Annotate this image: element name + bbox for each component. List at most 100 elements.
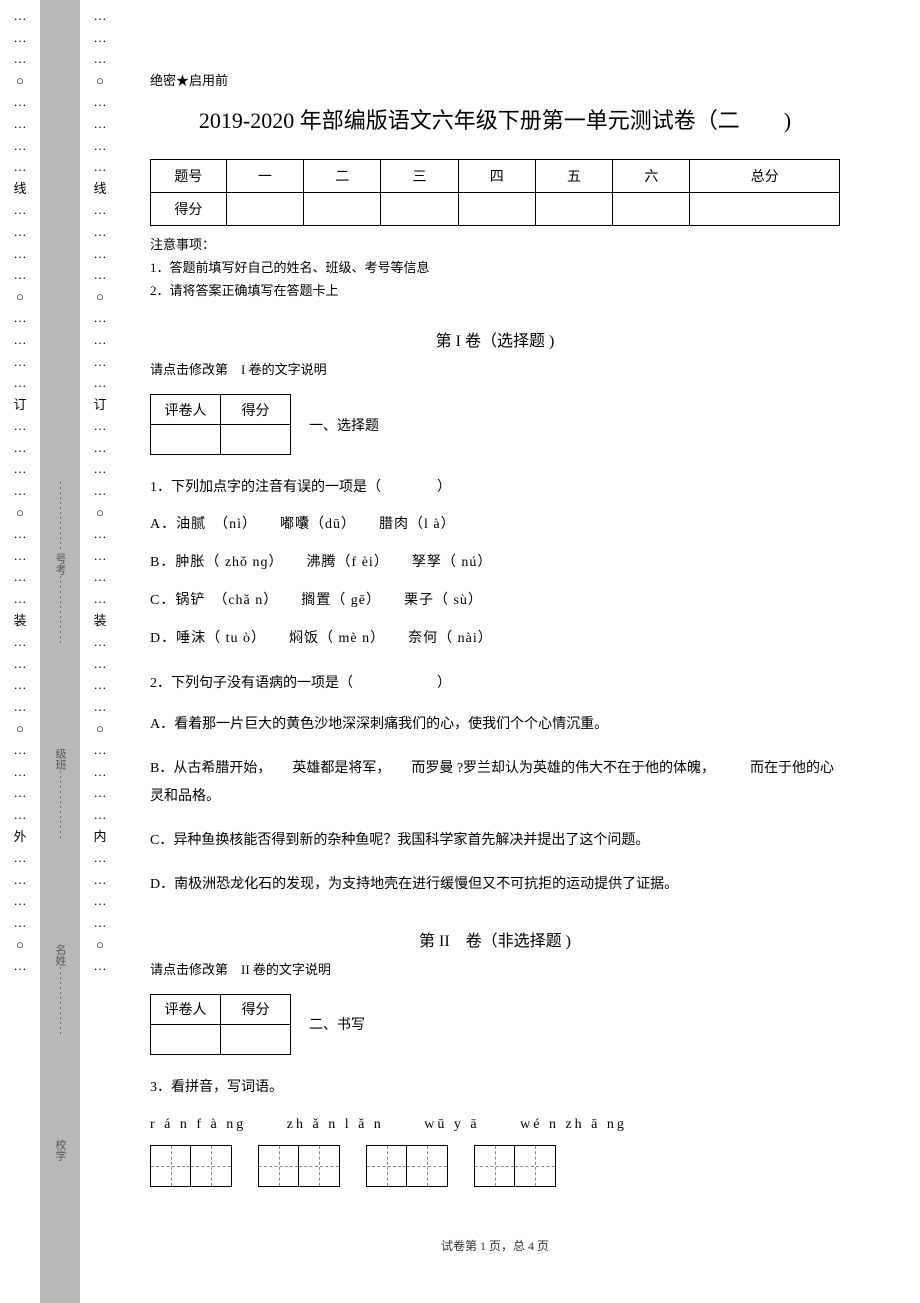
spine-field-class: 级班 (52, 748, 68, 841)
grader-table-2: 评卷人 得分 (150, 994, 291, 1055)
bm: … (94, 656, 107, 672)
bm: … (94, 807, 107, 823)
bm: … (14, 807, 27, 823)
bm: … (94, 548, 107, 564)
part1-title: 第 I 卷（选择题 ) (150, 327, 840, 351)
score-cell (613, 193, 690, 226)
bm: … (94, 483, 107, 499)
bm: … (94, 677, 107, 693)
bm: … (14, 440, 27, 456)
spine-field-examno: 号考 (52, 482, 68, 646)
part2-desc: 请点击修改第 II 卷的文字说明 (150, 959, 840, 978)
char-cell (367, 1146, 407, 1186)
binding-spine: 号考 级班 名姓 校学 (40, 0, 80, 1303)
q3-stem: 3．看拼音，写词语。 (150, 1077, 840, 1099)
grader-cell (151, 1024, 221, 1054)
bm: … (94, 8, 107, 24)
bm: … (14, 116, 27, 132)
score-cell (690, 193, 840, 226)
char-cell (407, 1146, 447, 1186)
bm: ○ (96, 289, 104, 305)
bm: … (94, 332, 107, 348)
bm: … (14, 138, 27, 154)
bm: … (14, 51, 27, 67)
score-col: 总分 (690, 160, 840, 193)
bm: … (94, 699, 107, 715)
bm: … (94, 893, 107, 909)
bm: ○ (16, 721, 24, 737)
pinyin-item: zh ǎ n l ǎ n (287, 1117, 384, 1132)
bm: … (94, 202, 107, 218)
bm: 内 (93, 829, 106, 845)
bm: … (94, 785, 107, 801)
bm: … (94, 915, 107, 931)
score-col: 一 (226, 160, 303, 193)
bm: 订 (13, 397, 26, 413)
bm: ○ (96, 937, 104, 953)
bm: … (94, 764, 107, 780)
score-cell (458, 193, 535, 226)
pinyin-item: wū y ā (424, 1117, 479, 1132)
score-table: 题号 一 二 三 四 五 六 总分 得分 (150, 159, 840, 226)
section-2-row: 评卷人 得分 二、书写 (150, 994, 840, 1055)
score-row-score: 得分 (151, 193, 227, 226)
bm: … (14, 656, 27, 672)
bm: … (94, 159, 107, 175)
bm: … (14, 332, 27, 348)
bm: … (14, 8, 27, 24)
bm: … (94, 591, 107, 607)
char-cell (191, 1146, 231, 1186)
bm: … (14, 202, 27, 218)
notice-item: 2．请将答案正确填写在答题卡上 (150, 280, 840, 299)
answer-box (366, 1145, 448, 1187)
bm: … (94, 267, 107, 283)
bm: … (94, 375, 107, 391)
bm: … (14, 246, 27, 262)
bm: 线 (13, 181, 26, 197)
char-cell (515, 1146, 555, 1186)
bm: … (94, 958, 107, 974)
bm: … (94, 418, 107, 434)
bm: … (14, 159, 27, 175)
bm: … (94, 94, 107, 110)
bm: … (14, 764, 27, 780)
score-cell (535, 193, 612, 226)
bm: … (14, 267, 27, 283)
page: … … … ○ … … … … 线 … … … … ○ … … … … 订 … … (0, 0, 920, 1303)
grader-label: 评卷人 (151, 395, 221, 425)
answer-box (258, 1145, 340, 1187)
bm: … (14, 591, 27, 607)
bm: … (14, 785, 27, 801)
bm: … (14, 526, 27, 542)
bm: 外 (13, 829, 26, 845)
q2-opt-c: C．异种鱼换核能否得到新的杂种鱼呢？我国科学家首先解决并提出了这个问题。 (150, 827, 840, 855)
bm: … (94, 51, 107, 67)
bm: ○ (16, 289, 24, 305)
bm: … (94, 440, 107, 456)
bm: … (14, 569, 27, 585)
q1-opt-c: C．锅铲 （chǎ n） 搁置（ gē） 栗子（ sù） (150, 589, 840, 613)
answer-box (474, 1145, 556, 1187)
bm: … (14, 461, 27, 477)
bm: … (14, 30, 27, 46)
bm: … (14, 872, 27, 888)
part1-desc: 请点击修改第 I 卷的文字说明 (150, 359, 840, 378)
section-1-row: 评卷人 得分 一、选择题 (150, 394, 840, 455)
bm: 装 (93, 613, 106, 629)
bm: … (94, 116, 107, 132)
q1-opt-a: A．油腻 （nì） 嘟囔（dū） 腊肉（l à） (150, 513, 840, 537)
answer-boxes-row (150, 1145, 840, 1187)
grader-label: 评卷人 (151, 994, 221, 1024)
section-1-label: 一、选择题 (309, 415, 379, 435)
bm: … (94, 354, 107, 370)
bm: 线 (93, 181, 106, 197)
char-cell (259, 1146, 299, 1186)
q2-opt-d: D．南极洲恐龙化石的发现，为支持地壳在进行缓慢但又不可抗拒的运动提供了证据。 (150, 871, 840, 899)
bm: … (94, 138, 107, 154)
spine-field-name: 名姓 (52, 944, 68, 1037)
binding-left: … … … ○ … … … … 线 … … … … ○ … … … … 订 … … (0, 0, 40, 1303)
score-row-label: 题号 (151, 160, 227, 193)
bm: … (14, 699, 27, 715)
bm: … (14, 850, 27, 866)
q1-stem: 1．下列加点字的注音有误的一项是（ ） (150, 477, 840, 499)
